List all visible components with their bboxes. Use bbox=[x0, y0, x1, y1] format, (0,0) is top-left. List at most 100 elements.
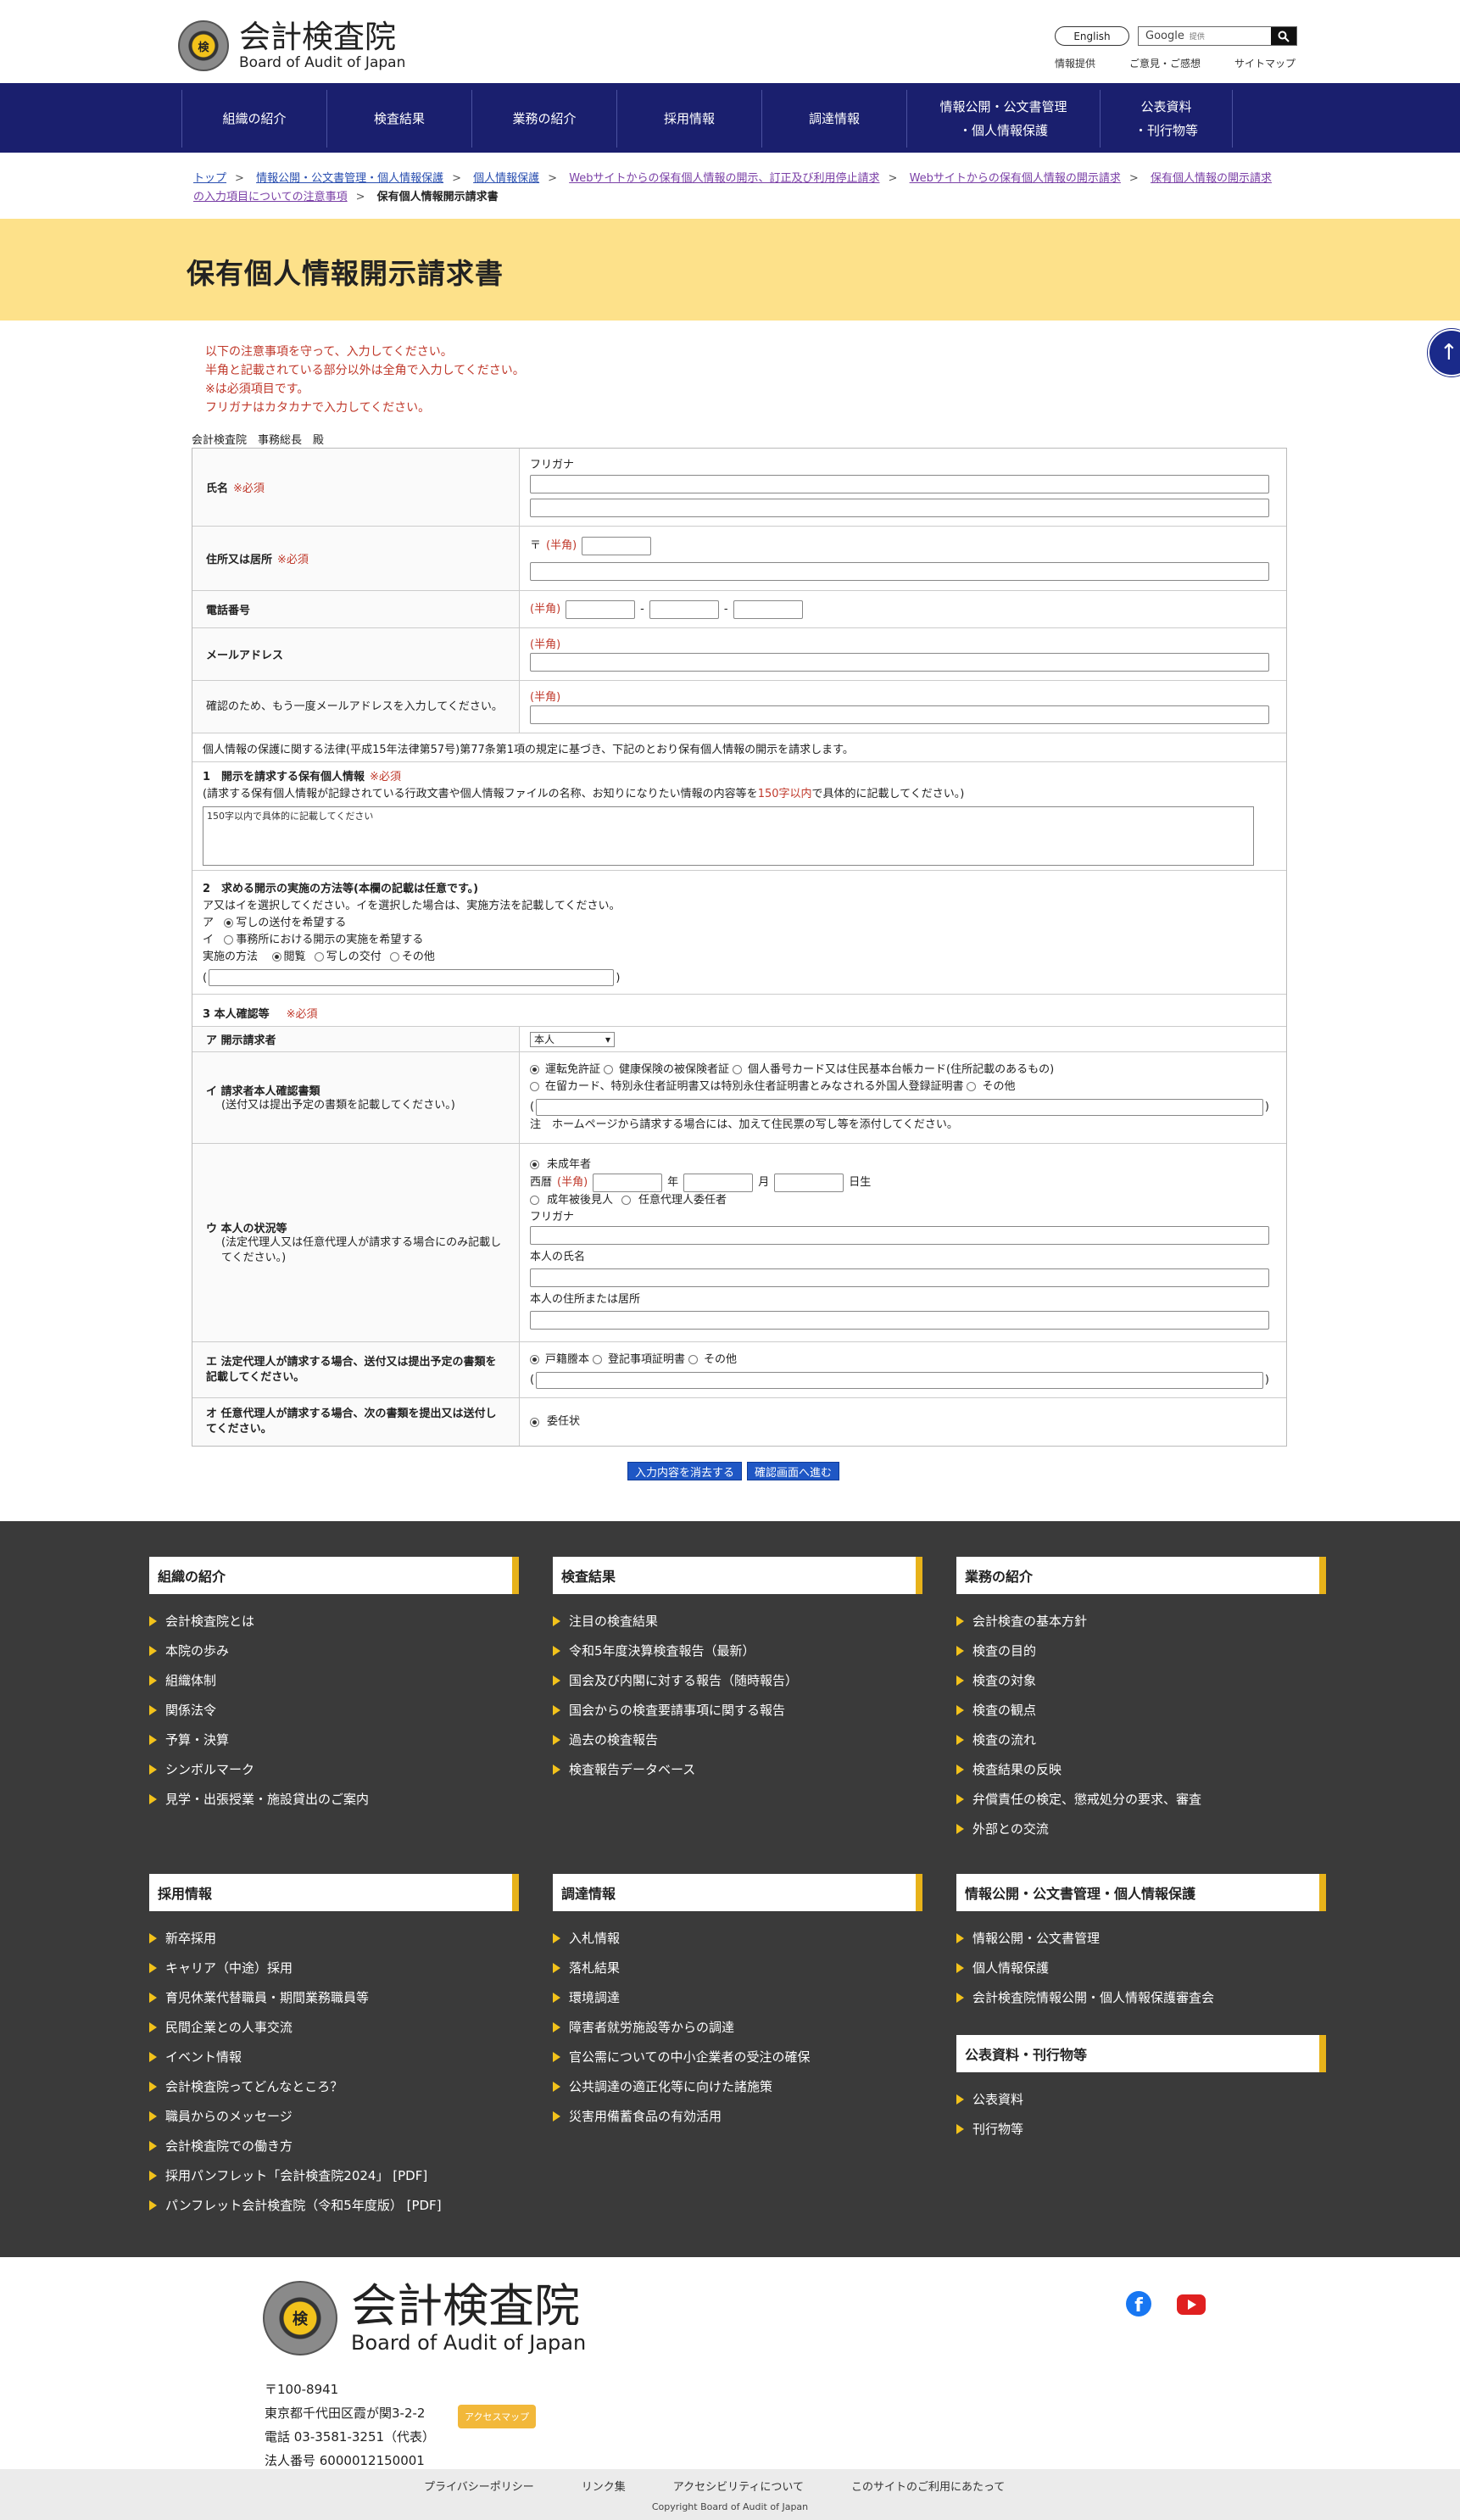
radio-registry-cert[interactable] bbox=[593, 1355, 603, 1364]
footer-link[interactable]: 検査結果の反映 bbox=[956, 1754, 1326, 1784]
footer-link[interactable]: 国会からの検査要請事項に関する報告 bbox=[553, 1695, 922, 1725]
footer-accessibility-link[interactable]: アクセシビリティについて bbox=[673, 2478, 804, 2494]
id-other-input[interactable] bbox=[536, 1098, 1263, 1116]
birth-month-input[interactable] bbox=[683, 1173, 754, 1192]
radio-adult-ward[interactable] bbox=[530, 1196, 539, 1205]
footer-terms-link[interactable]: このサイトのご利用にあたって bbox=[851, 2478, 1005, 2494]
footer-link[interactable]: 本院の歩み bbox=[149, 1636, 519, 1665]
access-map-button[interactable]: アクセスマップ bbox=[458, 2405, 537, 2428]
radio-health-insurance[interactable] bbox=[604, 1065, 614, 1074]
phone-input-1[interactable] bbox=[566, 599, 636, 619]
confirm-button[interactable]: 確認画面へ進む bbox=[747, 1462, 840, 1480]
radio-legal-other[interactable] bbox=[688, 1355, 699, 1364]
footer-link[interactable]: 見学・出張授業・施設貸出のご案内 bbox=[149, 1784, 519, 1814]
footer-link[interactable]: 関係法令 bbox=[149, 1695, 519, 1725]
radio-minor[interactable] bbox=[530, 1160, 539, 1169]
footer-link[interactable]: 採用パンフレット「会計検査院2024」 [PDF] bbox=[149, 2160, 519, 2190]
footer-link[interactable]: 過去の検査報告 bbox=[553, 1725, 922, 1754]
footer-link[interactable]: 入札情報 bbox=[553, 1923, 922, 1953]
footer-link[interactable]: シンボルマーク bbox=[149, 1754, 519, 1784]
radio-id-other[interactable] bbox=[967, 1082, 977, 1091]
footer-link[interactable]: 会計検査の基本方針 bbox=[956, 1606, 1326, 1636]
footer-link[interactable]: 公共調達の適正化等に向けた諸施策 bbox=[553, 2071, 922, 2101]
radio-method-view[interactable] bbox=[271, 952, 281, 962]
search-input[interactable]: Google 提供 bbox=[1139, 27, 1271, 45]
nav-audit-results[interactable]: 検査結果 bbox=[327, 90, 472, 148]
breadcrumb-web-requests[interactable]: Webサイトからの保有個人情報の開示、訂正及び利用停止請求 bbox=[569, 172, 879, 185]
birth-day-input[interactable] bbox=[774, 1173, 844, 1192]
radio-my-number-card[interactable] bbox=[733, 1065, 743, 1074]
site-logo[interactable]: 検 会計検査院 Board of Audit of Japan bbox=[178, 20, 405, 71]
method-other-input[interactable] bbox=[209, 969, 615, 986]
radio-family-register[interactable] bbox=[530, 1355, 539, 1364]
footer-link[interactable]: 環境調達 bbox=[553, 1982, 922, 2012]
breadcrumb-web-disclosure[interactable]: Webサイトからの保有個人情報の開示請求 bbox=[910, 172, 1121, 185]
nav-disclosure[interactable]: 情報公開・公文書管理 ・個人情報保護 bbox=[907, 90, 1101, 148]
footer-link[interactable]: 官公需についての中小企業者の受注の確保 bbox=[553, 2042, 922, 2071]
footer-link[interactable]: 落札結果 bbox=[553, 1953, 922, 1982]
footer-link[interactable]: 組織体制 bbox=[149, 1665, 519, 1695]
footer-link[interactable]: 民間企業との人事交流 bbox=[149, 2012, 519, 2042]
footer-link[interactable]: 会計検査院情報公開・個人情報保護審査会 bbox=[956, 1982, 1326, 2012]
footer-link[interactable]: 職員からのメッセージ bbox=[149, 2101, 519, 2131]
name-input[interactable] bbox=[530, 498, 1269, 517]
requested-info-textarea[interactable]: 150字以内で具体的に記載してください bbox=[203, 806, 1254, 866]
breadcrumb-privacy[interactable]: 個人情報保護 bbox=[473, 172, 539, 185]
footer-link[interactable]: 令和5年度決算検査報告（最新） bbox=[553, 1636, 922, 1665]
breadcrumb-top[interactable]: トップ bbox=[193, 172, 226, 185]
footer-link[interactable]: 会計検査院ってどんなところ？ bbox=[149, 2071, 519, 2101]
birth-year-input[interactable] bbox=[593, 1173, 663, 1192]
footer-link[interactable]: 公表資料 bbox=[956, 2084, 1326, 2114]
nav-procurement[interactable]: 調達情報 bbox=[762, 90, 907, 148]
english-button[interactable]: English bbox=[1055, 26, 1129, 46]
radio-drivers-license[interactable] bbox=[530, 1065, 539, 1074]
phone-input-3[interactable] bbox=[733, 599, 803, 619]
principal-furigana-input[interactable] bbox=[530, 1225, 1269, 1245]
radio-office-disclosure[interactable] bbox=[224, 935, 234, 945]
footer-link[interactable]: 検査の観点 bbox=[956, 1695, 1326, 1725]
footer-link[interactable]: 新卒採用 bbox=[149, 1923, 519, 1953]
footer-link[interactable]: 注目の検査結果 bbox=[553, 1606, 922, 1636]
clear-button[interactable]: 入力内容を消去する bbox=[627, 1462, 743, 1480]
principal-address-input[interactable] bbox=[530, 1310, 1269, 1330]
footer-link[interactable]: 国会及び内閣に対する報告（随時報告） bbox=[553, 1665, 922, 1695]
facebook-icon[interactable]: f bbox=[1126, 2291, 1151, 2317]
footer-link[interactable]: 検査の対象 bbox=[956, 1665, 1326, 1695]
nav-recruitment[interactable]: 採用情報 bbox=[617, 90, 762, 148]
header-link-feedback[interactable]: ご意見・ご感想 bbox=[1129, 56, 1201, 70]
address-input[interactable] bbox=[530, 561, 1269, 581]
phone-input-2[interactable] bbox=[649, 599, 719, 619]
radio-method-other[interactable] bbox=[389, 952, 399, 962]
footer-link[interactable]: 育児休業代替職員・期間業務職員等 bbox=[149, 1982, 519, 2012]
footer-logo[interactable]: 検 会計検査院 Board of Audit of Japan bbox=[263, 2281, 586, 2356]
search-button[interactable] bbox=[1271, 27, 1296, 45]
nav-operations[interactable]: 業務の紹介 bbox=[472, 90, 617, 148]
postal-code-input[interactable] bbox=[582, 536, 652, 555]
footer-link[interactable]: 予算・決算 bbox=[149, 1725, 519, 1754]
radio-send-copy[interactable] bbox=[224, 918, 234, 928]
footer-link[interactable]: 災害用備蓄食品の有効活用 bbox=[553, 2101, 922, 2131]
footer-link[interactable]: 個人情報保護 bbox=[956, 1953, 1326, 1982]
footer-link[interactable]: イベント情報 bbox=[149, 2042, 519, 2071]
footer-privacy-link[interactable]: プライバシーポリシー bbox=[424, 2478, 534, 2494]
radio-delegator[interactable] bbox=[621, 1196, 632, 1205]
requester-select[interactable]: 本人 ▾ bbox=[530, 1031, 615, 1047]
email-input[interactable] bbox=[530, 652, 1269, 672]
footer-link[interactable]: 検査の目的 bbox=[956, 1636, 1326, 1665]
footer-link[interactable]: 検査の流れ bbox=[956, 1725, 1326, 1754]
footer-link[interactable]: 会計検査院での働き方 bbox=[149, 2131, 519, 2160]
footer-link[interactable]: 検査報告データベース bbox=[553, 1754, 922, 1784]
youtube-icon[interactable] bbox=[1177, 2294, 1206, 2315]
nav-publications[interactable]: 公表資料 ・刊行物等 bbox=[1101, 90, 1233, 148]
principal-name-input[interactable] bbox=[530, 1268, 1269, 1287]
footer-link[interactable]: 刊行物等 bbox=[956, 2114, 1326, 2144]
nav-organization[interactable]: 組織の紹介 bbox=[182, 90, 327, 148]
header-link-sitemap[interactable]: サイトマップ bbox=[1234, 56, 1296, 70]
footer-link[interactable]: パンフレット会計検査院（令和5年度版） [PDF] bbox=[149, 2190, 519, 2220]
footer-link[interactable]: 外部との交流 bbox=[956, 1814, 1326, 1843]
back-to-top-button[interactable]: ↑ bbox=[1428, 329, 1460, 376]
footer-link[interactable]: 会計検査院とは bbox=[149, 1606, 519, 1636]
radio-residence-card[interactable] bbox=[530, 1082, 539, 1091]
legal-other-input[interactable] bbox=[536, 1371, 1263, 1389]
footer-link[interactable]: 弁償責任の検定、懲戒処分の要求、審査 bbox=[956, 1784, 1326, 1814]
